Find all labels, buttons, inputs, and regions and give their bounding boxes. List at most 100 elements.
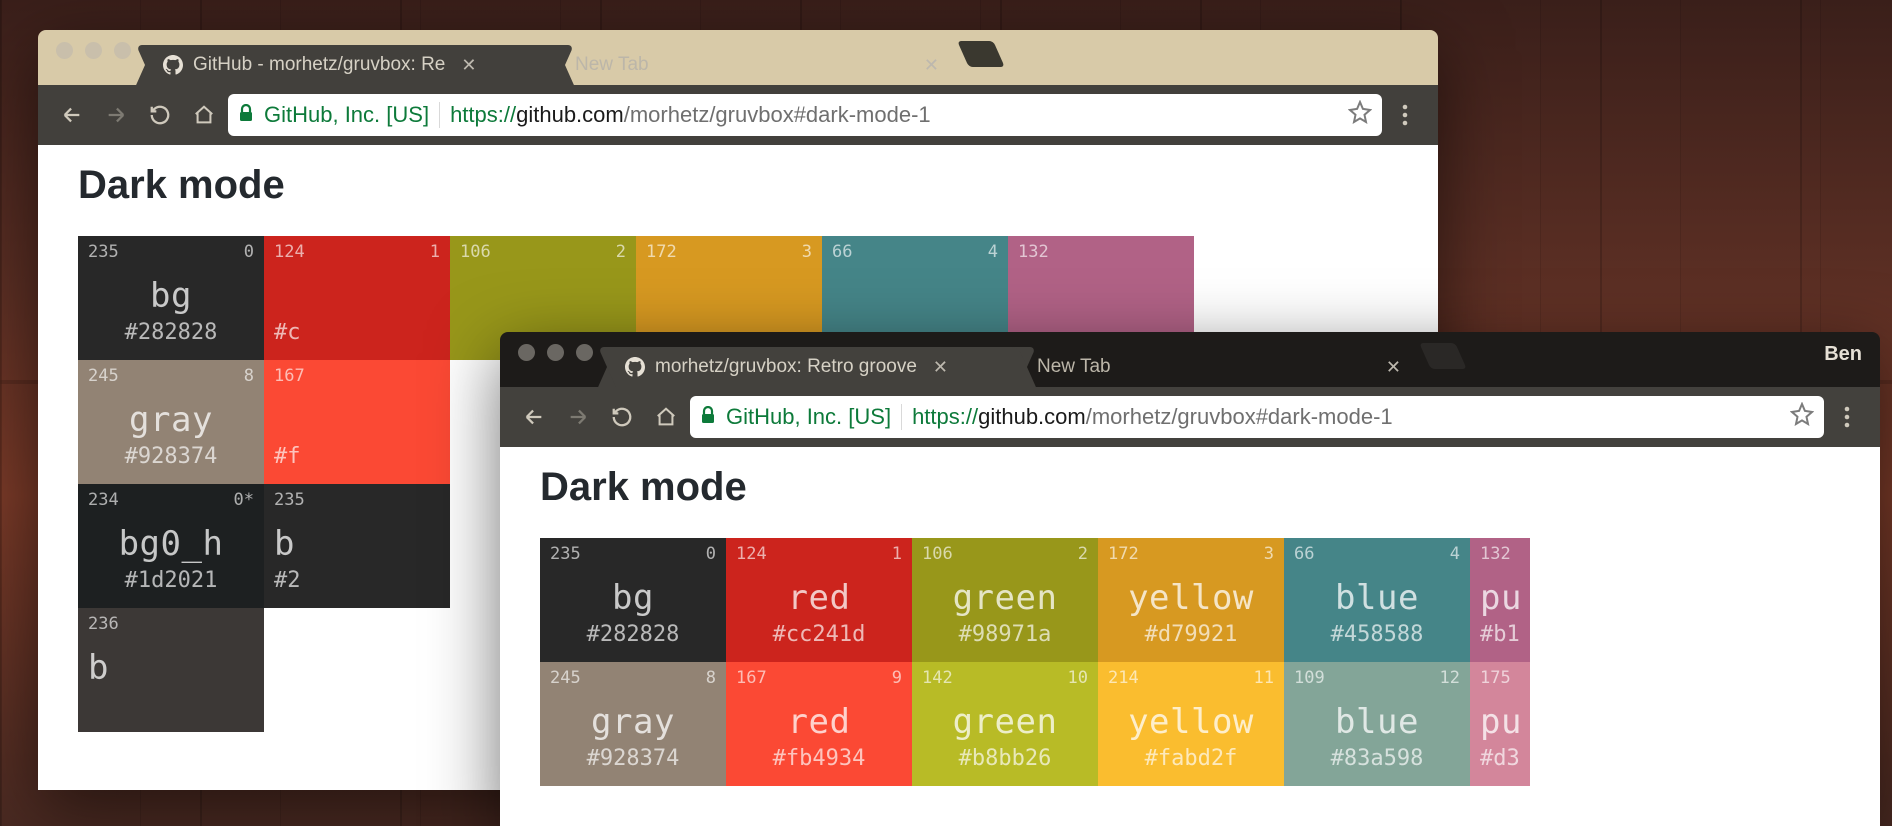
- swatch-code-left: 172: [1108, 544, 1139, 564]
- tab-title: morhetz/gruvbox: Retro groove: [655, 356, 917, 378]
- profile-name-label[interactable]: Ben: [1824, 343, 1862, 366]
- close-tab-button[interactable]: ✕: [933, 357, 948, 378]
- window-controls: [512, 344, 607, 375]
- swatch-code-left: 66: [1294, 544, 1314, 564]
- tab-active[interactable]: GitHub - morhetz/gruvbox: Re ✕: [145, 45, 565, 85]
- maximize-window-button[interactable]: [576, 344, 593, 361]
- swatch-name: bg0_h: [78, 524, 264, 564]
- close-tab-button[interactable]: ✕: [461, 55, 476, 76]
- swatch-code-right: 4: [1450, 544, 1460, 564]
- ev-certificate-label: GitHub, Inc. [US]: [264, 102, 429, 128]
- swatch-hex: #fabd2f: [1098, 746, 1284, 771]
- swatch-code-left: 235: [274, 490, 305, 510]
- swatch-name: yellow: [1098, 702, 1284, 742]
- forward-button[interactable]: [96, 95, 136, 135]
- color-swatch: 235 b #2: [264, 484, 450, 608]
- swatch-code-left: 245: [88, 366, 119, 386]
- toolbar: GitHub, Inc. [US] https://github.com/mor…: [500, 387, 1880, 447]
- home-button[interactable]: [184, 95, 224, 135]
- swatch-code-right: 9: [892, 668, 902, 688]
- tab-title: New Tab: [1037, 356, 1111, 378]
- back-button[interactable]: [514, 397, 554, 437]
- swatch-hex: #928374: [78, 444, 264, 469]
- toolbar: GitHub, Inc. [US] https://github.com/mor…: [38, 85, 1438, 145]
- swatch-code-left: 172: [646, 242, 677, 262]
- minimize-window-button[interactable]: [85, 42, 102, 59]
- color-swatch: 1241#c: [264, 236, 450, 360]
- swatch-name: yellow: [1098, 578, 1284, 618]
- swatch-code-left: 66: [832, 242, 852, 262]
- swatch-name: b: [78, 648, 264, 688]
- page-content: Dark mode 2350bg#2828281241red#cc241d106…: [500, 447, 1880, 826]
- swatch-hex: #282828: [540, 622, 726, 647]
- window-controls: [50, 42, 145, 73]
- swatch-code-left: 235: [88, 242, 119, 262]
- swatch-hex: #2: [264, 568, 450, 593]
- ev-certificate-label: GitHub, Inc. [US]: [726, 404, 891, 430]
- swatch-code-left: 235: [550, 544, 581, 564]
- back-button[interactable]: [52, 95, 92, 135]
- close-window-button[interactable]: [518, 344, 535, 361]
- swatch-code-right: 0*: [234, 490, 254, 510]
- bookmark-star-icon[interactable]: [1348, 100, 1372, 130]
- swatch-code-left: 124: [274, 242, 305, 262]
- minimize-window-button[interactable]: [547, 344, 564, 361]
- swatch-name: green: [912, 578, 1098, 618]
- swatch-code-left: 124: [736, 544, 767, 564]
- section-heading: Dark mode: [540, 465, 1880, 510]
- address-bar[interactable]: GitHub, Inc. [US] https://github.com/mor…: [690, 396, 1824, 438]
- swatch-hex: #b8bb26: [912, 746, 1098, 771]
- swatch-code-left: 214: [1108, 668, 1139, 688]
- bookmark-star-icon[interactable]: [1790, 402, 1814, 432]
- tab-title: New Tab: [575, 54, 649, 76]
- maximize-window-button[interactable]: [114, 42, 131, 59]
- color-swatch: 2458gray#928374: [78, 360, 264, 484]
- swatch-hex: #1d2021: [78, 568, 264, 593]
- swatch-code-right: 1: [892, 544, 902, 564]
- color-swatch: 664blue#458588: [1284, 538, 1470, 662]
- new-tab-button[interactable]: [1419, 343, 1467, 369]
- swatch-code-left: 106: [460, 242, 491, 262]
- address-bar[interactable]: GitHub, Inc. [US] https://github.com/mor…: [228, 94, 1382, 136]
- swatch-code-right: 2: [1078, 544, 1088, 564]
- color-palette: 2350bg#2828281241red#cc241d1062green#989…: [540, 538, 1880, 786]
- swatch-code-left: 132: [1018, 242, 1049, 262]
- swatch-code-right: 8: [244, 366, 254, 386]
- close-tab-button[interactable]: ✕: [1386, 357, 1401, 378]
- color-swatch: 236b: [78, 608, 264, 732]
- swatch-hex: #b1: [1470, 622, 1530, 647]
- color-swatch: 1679red#fb4934: [726, 662, 912, 786]
- reload-button[interactable]: [602, 397, 642, 437]
- lock-icon: [238, 102, 254, 128]
- tab-strip: GitHub - morhetz/gruvbox: Re ✕ New Tab ✕: [38, 30, 1438, 85]
- tab-active[interactable]: morhetz/gruvbox: Retro groove ✕: [607, 347, 1027, 387]
- section-heading: Dark mode: [78, 163, 1438, 208]
- reload-button[interactable]: [140, 95, 180, 135]
- forward-button[interactable]: [558, 397, 598, 437]
- swatch-code-right: 0: [244, 242, 254, 262]
- swatch-name: green: [912, 702, 1098, 742]
- swatch-name: b: [264, 524, 450, 564]
- swatch-name: blue: [1284, 702, 1470, 742]
- browser-menu-button[interactable]: [1386, 104, 1424, 126]
- swatch-hex: #d3: [1470, 746, 1530, 771]
- color-swatch: 21411yellow#fabd2f: [1098, 662, 1284, 786]
- swatch-hex: #f: [264, 444, 450, 469]
- swatch-hex: #98971a: [912, 622, 1098, 647]
- close-window-button[interactable]: [56, 42, 73, 59]
- close-tab-button[interactable]: ✕: [924, 55, 939, 76]
- browser-menu-button[interactable]: [1828, 406, 1866, 428]
- lock-icon: [700, 404, 716, 430]
- color-swatch: 1062green#98971a: [912, 538, 1098, 662]
- tab-inactive[interactable]: New Tab ✕: [1019, 347, 1419, 387]
- tabstrip-right-cluster: [1386, 38, 1438, 77]
- color-swatch: 1723yellow#d79921: [1098, 538, 1284, 662]
- swatch-code-right: 12: [1440, 668, 1460, 688]
- tab-inactive[interactable]: New Tab ✕: [557, 45, 957, 85]
- swatch-name: pu: [1470, 578, 1530, 618]
- tabstrip-right-cluster: Ben: [1824, 343, 1880, 376]
- new-tab-button[interactable]: [957, 41, 1005, 67]
- tab-title: GitHub - morhetz/gruvbox: Re: [193, 54, 445, 76]
- color-swatch: 1241red#cc241d: [726, 538, 912, 662]
- home-button[interactable]: [646, 397, 686, 437]
